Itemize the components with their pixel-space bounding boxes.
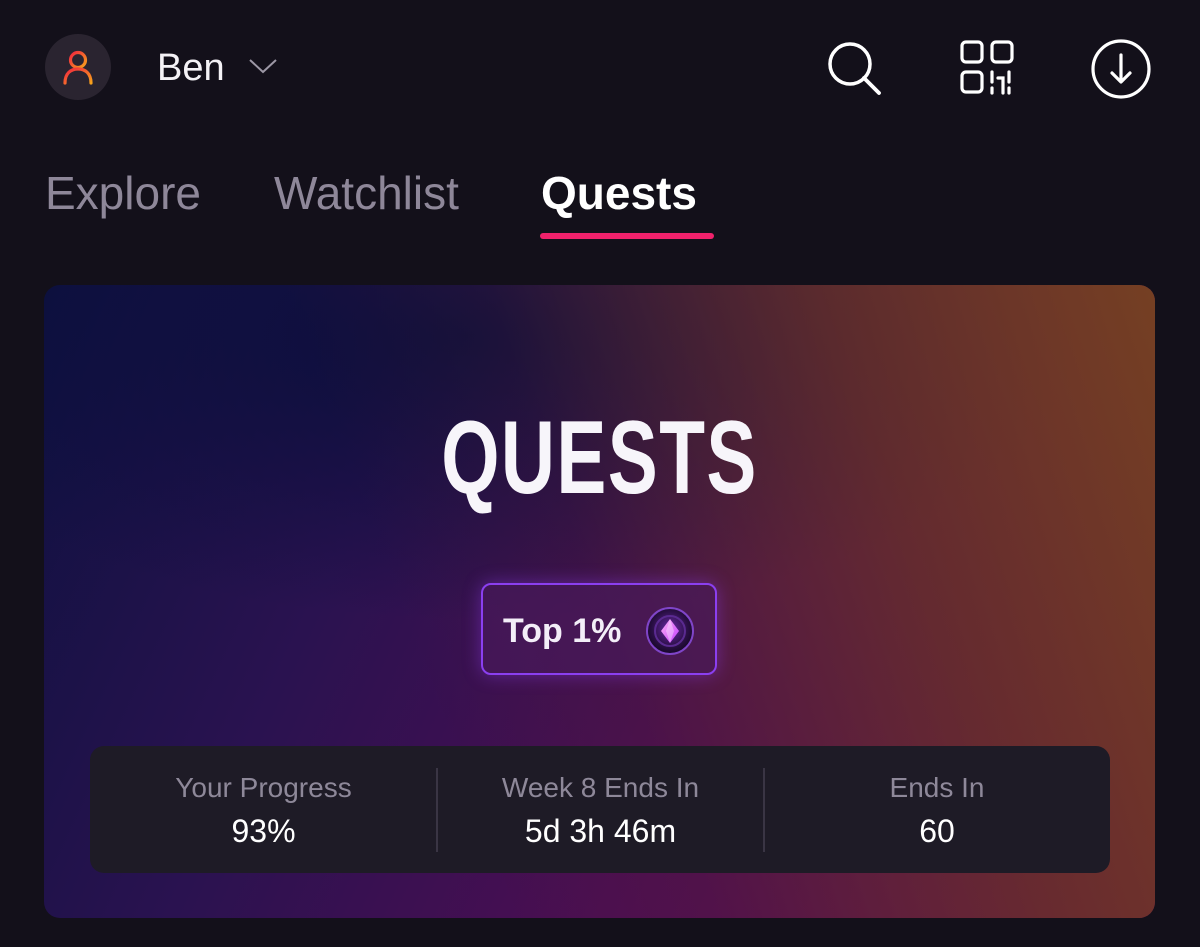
stat-progress: Your Progress 93% (90, 746, 437, 873)
stat-value: 5d 3h 46m (524, 813, 677, 849)
qr-code-icon (960, 40, 1014, 95)
stat-ends-in: Ends In 60 (764, 746, 1110, 873)
download-icon (1091, 39, 1151, 99)
tab-watchlist[interactable]: Watchlist (274, 164, 459, 222)
avatar[interactable] (45, 34, 111, 100)
top-bar: Ben (0, 0, 1200, 140)
tab-quests[interactable]: Quests (541, 164, 697, 222)
stat-week-ends: Week 8 Ends In 5d 3h 46m (437, 746, 764, 873)
stat-label: Week 8 Ends In (501, 772, 700, 803)
rank-badge[interactable]: Top 1% (481, 583, 717, 675)
quests-hero-card: QUESTS Top 1% Your Progress 93% Week 8 E… (44, 285, 1155, 918)
tab-explore[interactable]: Explore (45, 164, 201, 222)
stat-value: 93% (231, 813, 296, 849)
stat-value: 60 (919, 813, 955, 849)
account-switcher[interactable]: Ben (157, 44, 225, 92)
active-tab-indicator (540, 233, 714, 239)
tab-bar: Explore Watchlist Quests (0, 150, 1200, 250)
rank-label: Top 1% (503, 612, 622, 650)
search-button[interactable] (824, 38, 884, 98)
stat-label: Your Progress (175, 772, 352, 803)
chevron-down-icon[interactable] (248, 56, 278, 76)
search-icon (828, 42, 881, 95)
gem-icon (646, 607, 694, 655)
user-icon (63, 50, 93, 85)
download-button[interactable] (1090, 38, 1152, 100)
stat-label: Ends In (889, 772, 985, 803)
quest-stats-panel: Your Progress 93% Week 8 Ends In 5d 3h 4… (90, 746, 1110, 873)
qr-scan-button[interactable] (958, 38, 1018, 98)
hero-title: QUESTS (441, 400, 758, 516)
